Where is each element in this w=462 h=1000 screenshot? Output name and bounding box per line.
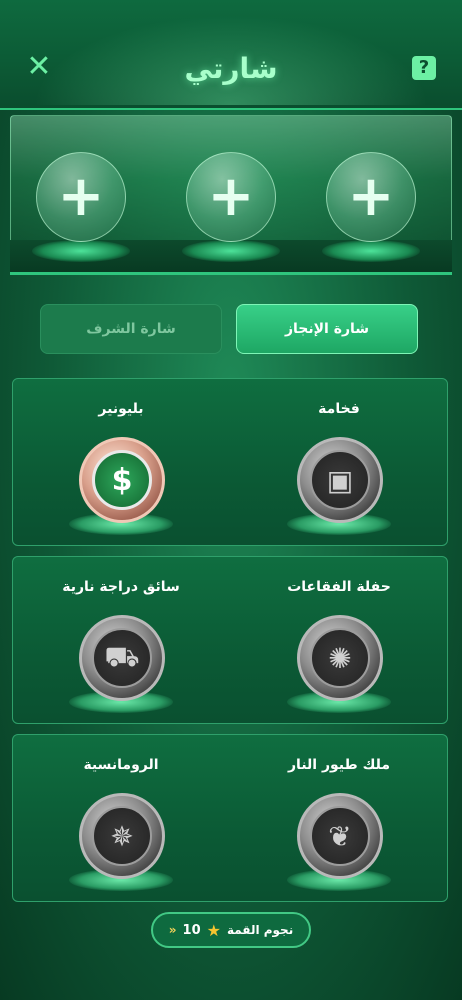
badge-luxury[interactable]: فخامة ▣ — [239, 379, 439, 547]
slot-base — [322, 240, 420, 262]
dollar-icon: $ — [92, 450, 152, 510]
badge-romance[interactable]: الرومانسية ✵ — [21, 735, 221, 903]
badge-name: ملك طيور النار — [288, 757, 390, 773]
badge-name: فخامة — [318, 401, 360, 417]
plus-icon: + — [207, 164, 255, 229]
badge-name: الرومانسية — [83, 757, 159, 773]
medal: ▣ — [297, 437, 383, 523]
medal: ❦ — [297, 793, 383, 879]
top-stars-button[interactable]: » 10 ★ نجوم القمة — [151, 912, 311, 948]
top-stars-count: 10 — [182, 922, 201, 938]
ferris-wheel-icon: ✵ — [92, 806, 152, 866]
badge-name: سائق دراجة نارية — [62, 579, 180, 595]
badge-row-3: ملك طيور النار ❦ الرومانسية ✵ — [12, 734, 448, 902]
slot-base — [182, 240, 280, 262]
star-icon: ★ — [206, 920, 221, 940]
medal: ✵ — [79, 793, 165, 879]
badge-motorcycle-rider[interactable]: سائق دراجة نارية ⛟ — [21, 557, 221, 725]
badge-phoenix-king[interactable]: ملك طيور النار ❦ — [239, 735, 439, 903]
badge-name: بليونير — [98, 401, 144, 417]
page-title: شارتي — [184, 52, 278, 85]
badge-row-2: حفلة الفقاعات ✺ سائق دراجة نارية ⛟ — [12, 556, 448, 724]
help-icon[interactable]: ? — [412, 56, 436, 80]
display-slot-3[interactable]: + — [326, 152, 416, 242]
plus-icon: + — [347, 164, 395, 229]
treasure-chest-icon: ▣ — [310, 450, 370, 510]
badge-billionaire[interactable]: بليونير $ — [21, 379, 221, 547]
medal: ✺ — [297, 615, 383, 701]
top-stars-label: نجوم القمة — [226, 923, 294, 937]
motorcycle-icon: ⛟ — [92, 628, 152, 688]
phoenix-icon: ❦ — [310, 806, 370, 866]
header-bar: ✕ شارتي ? — [0, 0, 462, 110]
bubble-gun-icon: ✺ — [310, 628, 370, 688]
display-slot-2[interactable]: + — [186, 152, 276, 242]
badge-row-1: فخامة ▣ بليونير $ — [12, 378, 448, 546]
display-slot-1[interactable]: + — [36, 152, 126, 242]
badge-name: حفلة الفقاعات — [287, 579, 391, 595]
badge-bubble-party[interactable]: حفلة الفقاعات ✺ — [239, 557, 439, 725]
medal: $ — [79, 437, 165, 523]
double-chevron-icon: » — [168, 923, 177, 937]
tab-honor-badges[interactable]: شارة الشرف — [40, 304, 222, 354]
medal: ⛟ — [79, 615, 165, 701]
tab-achievement-badges[interactable]: شارة الإنجاز — [236, 304, 418, 354]
plus-icon: + — [57, 164, 105, 229]
slot-base — [32, 240, 130, 262]
